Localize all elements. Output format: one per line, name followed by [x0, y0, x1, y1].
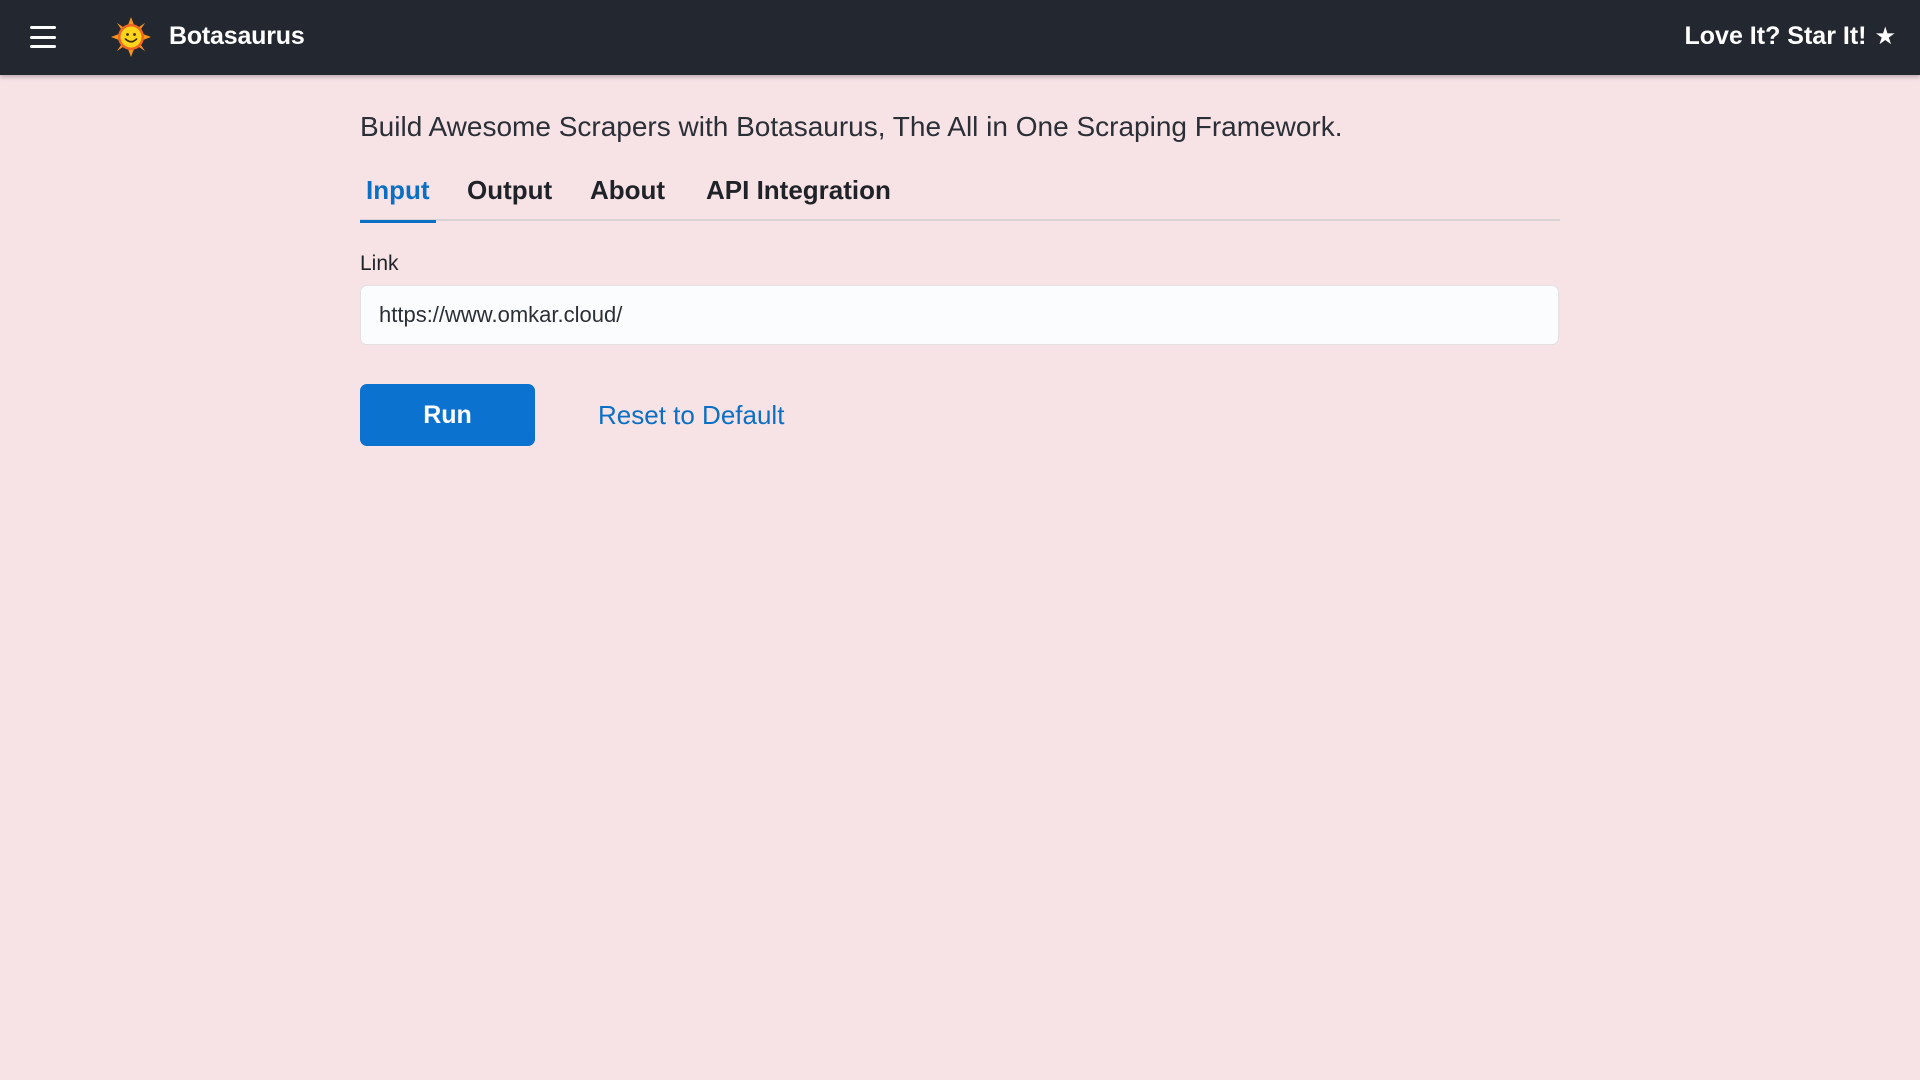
star-icon: ★ — [1874, 22, 1896, 50]
hamburger-menu-icon[interactable] — [30, 26, 56, 48]
tab-input[interactable]: Input — [360, 171, 436, 223]
brand-name[interactable]: Botasaurus — [169, 22, 305, 51]
tab-api-integration[interactable]: API Integration — [700, 171, 897, 221]
star-cta-label: Love It? Star It! — [1684, 22, 1867, 50]
tab-bar: Input Output About API Integration — [360, 171, 1560, 223]
tab-about[interactable]: About — [584, 171, 671, 221]
top-navigation-bar: Botasaurus Love It? Star It! ★ — [0, 0, 1920, 75]
run-button[interactable]: Run — [360, 384, 535, 446]
tab-output[interactable]: Output — [461, 171, 558, 221]
link-input[interactable] — [360, 285, 1559, 345]
sun-logo-icon[interactable] — [111, 17, 151, 57]
reset-to-default-link[interactable]: Reset to Default — [598, 400, 784, 431]
link-field-label: Link — [360, 252, 399, 275]
star-on-github-link[interactable]: Love It? Star It! ★ — [1685, 22, 1896, 51]
page-headline: Build Awesome Scrapers with Botasaurus, … — [360, 111, 1343, 142]
